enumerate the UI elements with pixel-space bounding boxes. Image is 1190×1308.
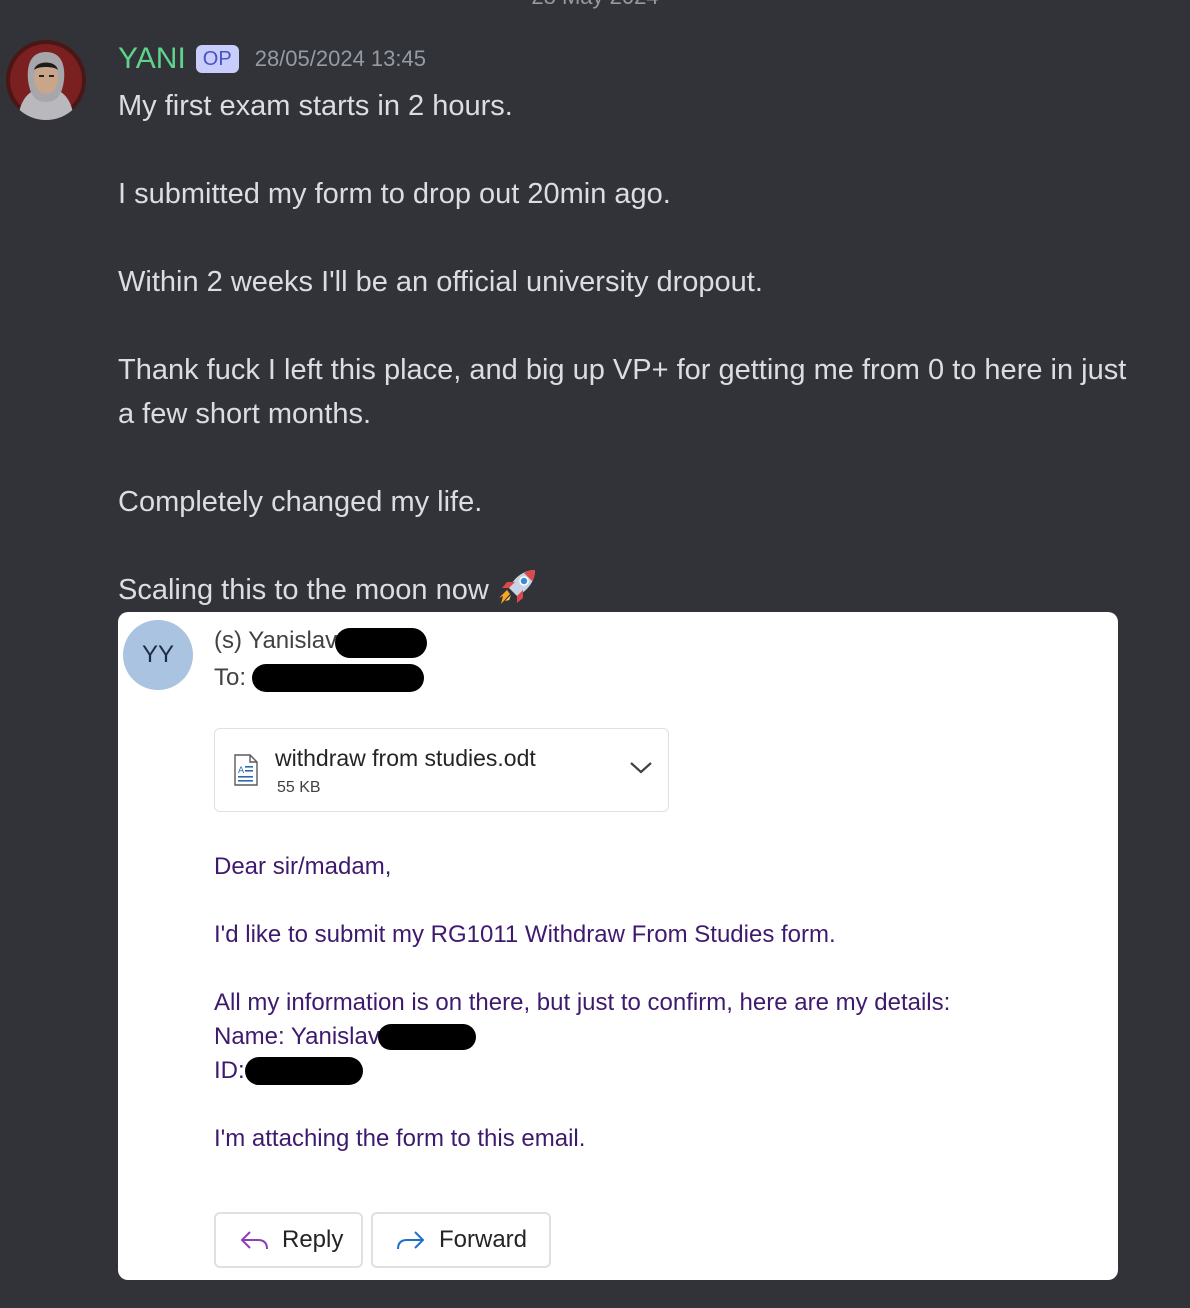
sender-name: (s) Yanislav (214, 627, 338, 654)
svg-text:A: A (238, 766, 245, 776)
message-line: Scaling this to the moon now (118, 574, 489, 606)
user-avatar[interactable] (6, 40, 86, 120)
forward-button[interactable]: Forward (371, 1212, 551, 1268)
sender-avatar: YY (123, 620, 193, 690)
redaction-mark (377, 1024, 476, 1050)
email-from: (s) Yanislav (214, 624, 428, 658)
id-line: ID: (214, 1054, 1094, 1088)
message-line: Completely changed my life. (118, 486, 483, 518)
redaction-mark (335, 628, 428, 658)
username[interactable]: YANI (118, 42, 186, 76)
email-screenshot[interactable]: YY (s) Yanislav To: A withdraw from stud… (118, 612, 1118, 1280)
body-line: I'm attaching the form to this email. (214, 1125, 586, 1152)
redaction-mark (244, 1057, 363, 1085)
avatar-image (6, 40, 86, 120)
message-header: YANI OP 28/05/2024 13:45 (118, 42, 426, 76)
body-line: I'd like to submit my RG1011 Withdraw Fr… (214, 921, 836, 948)
message-line: I submitted my form to drop out 20min ag… (118, 178, 671, 210)
name-label: Name: Yanislav (214, 1023, 380, 1050)
email-body: Dear sir/madam, I'd like to submit my RG… (214, 850, 1094, 1156)
rocket-emoji (498, 570, 535, 604)
chevron-down-icon[interactable] (628, 759, 654, 777)
id-label: ID: (214, 1057, 245, 1084)
reply-label: Reply (282, 1226, 344, 1253)
reply-icon (240, 1231, 268, 1250)
message-timestamp: 28/05/2024 13:45 (254, 46, 426, 71)
redaction-mark (252, 664, 425, 692)
op-badge: OP (195, 45, 239, 73)
body-line: All my information is on there, but just… (214, 989, 951, 1016)
document-icon: A (234, 754, 258, 786)
message-last-line: Scaling this to the moon now (118, 568, 1128, 612)
attachment-name: withdraw from studies.odt (275, 745, 536, 771)
message-line: Within 2 weeks I'll be an official unive… (118, 266, 763, 298)
attachment-card[interactable]: A withdraw from studies.odt 55 KB (214, 728, 669, 812)
message-content: My first exam starts in 2 hours. I submi… (118, 84, 1128, 612)
message-line: My first exam starts in 2 hours. (118, 90, 513, 122)
email-to: To: (214, 664, 425, 692)
date-divider: 28 May 2024 (0, 0, 1190, 10)
reply-button[interactable]: Reply (214, 1212, 363, 1268)
forward-icon (397, 1231, 425, 1250)
greeting: Dear sir/madam, (214, 853, 392, 880)
name-line: Name: Yanislav (214, 1020, 1094, 1054)
attachment-size: 55 KB (277, 779, 321, 796)
to-label: To: (214, 664, 247, 691)
forward-label: Forward (439, 1226, 528, 1253)
message-line: Thank fuck I left this place, and big up… (118, 354, 1127, 430)
